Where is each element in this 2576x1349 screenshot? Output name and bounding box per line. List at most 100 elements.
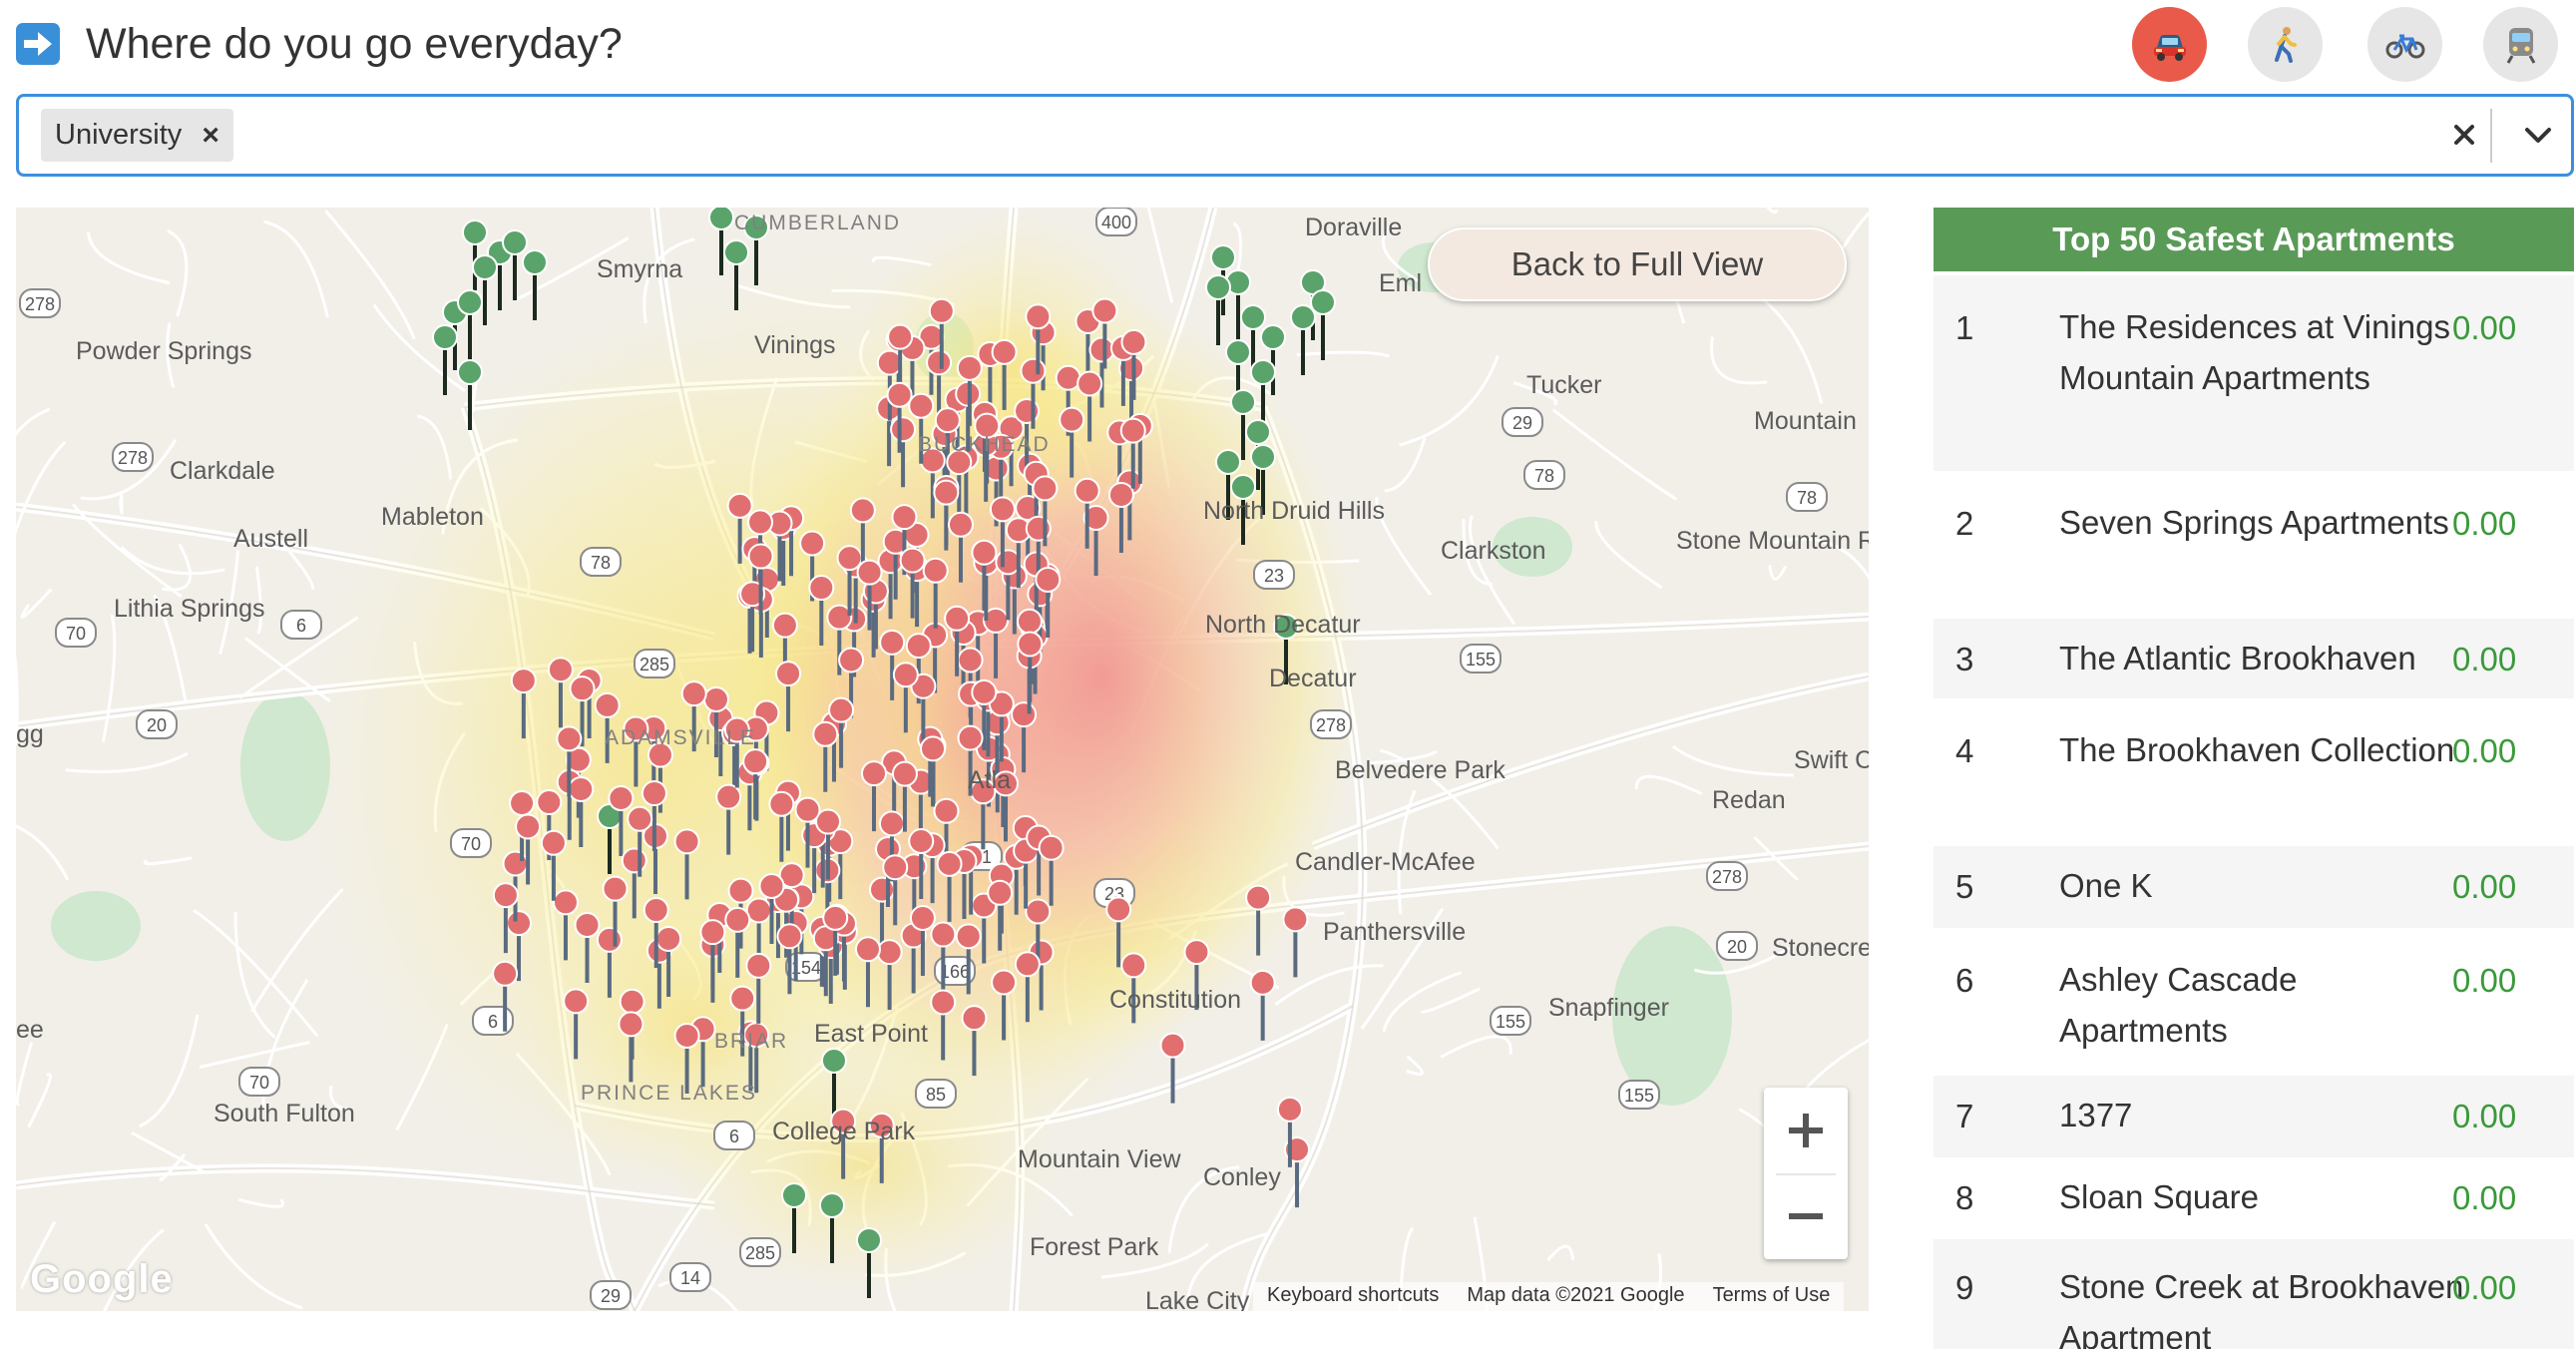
map-label: Decatur [1269, 665, 1357, 692]
safety-score: 0.00 [2452, 868, 2517, 905]
shield-number: 285 [745, 1243, 775, 1263]
pin-head [819, 1192, 845, 1218]
pin-head [987, 879, 1014, 906]
pin-head [522, 249, 548, 275]
zoom-in-button[interactable] [1764, 1088, 1848, 1173]
bicycle-icon [2385, 34, 2425, 59]
map-data-text: Map data ©2021 Google [1467, 1284, 1685, 1306]
pin-head [569, 675, 596, 702]
pin-head [1076, 370, 1103, 397]
back-to-full-view-button[interactable]: Back to Full View [1428, 227, 1847, 301]
walking-person-icon [2275, 27, 2297, 63]
bike-mode-button[interactable] [2367, 7, 2442, 82]
list-item[interactable]: 6 Ashley Cascade Apartments 0.00 [1933, 928, 2574, 1076]
rank: 1 [1955, 309, 1974, 346]
pin-head [1205, 274, 1231, 300]
pin-head [781, 1182, 807, 1208]
list-item[interactable]: 2 Seven Springs Apartments 0.00 [1933, 471, 2574, 619]
map-label: North Decatur [1205, 611, 1361, 639]
list-item[interactable]: 7 1377 0.00 [1933, 1076, 2574, 1157]
terms-link[interactable]: Terms of Use [1713, 1284, 1831, 1310]
pin-head [727, 877, 754, 904]
apartment-name: 1377 [2059, 1097, 2133, 1133]
pin-head [1240, 304, 1266, 330]
shield-number: 14 [680, 1268, 700, 1288]
pin-head [1310, 289, 1336, 315]
rank: 3 [1955, 641, 1974, 677]
page-title: Where do you go everyday? [86, 20, 623, 68]
keyboard-shortcuts-link[interactable]: Keyboard shortcuts [1267, 1284, 1439, 1310]
safety-score: 0.00 [2452, 732, 2517, 769]
pin-head [890, 416, 917, 443]
map[interactable]: 2784002978278782367870285155278207041232… [16, 208, 1869, 1311]
pin-head [908, 392, 935, 419]
pin-head [1120, 952, 1147, 979]
pin-head [702, 686, 729, 713]
list-item[interactable]: 4 The Brookhaven Collection 0.00 [1933, 698, 2574, 846]
zoom-out-button[interactable] [1764, 1173, 1848, 1259]
walk-mode-button[interactable] [2248, 7, 2323, 82]
pin-head [758, 873, 785, 900]
highway-shield: 285 [739, 1237, 781, 1267]
list-item[interactable]: 9 Stone Creek at Brookhaven Apartment 0.… [1933, 1239, 2574, 1349]
list-item[interactable]: 5 One K 0.00 [1933, 846, 2574, 928]
apartment-name: Stone Creek at Brookhaven Apartment [2059, 1268, 2464, 1349]
pin-head [775, 661, 802, 687]
shield-number: 20 [1727, 937, 1747, 957]
pin-head [1073, 477, 1100, 504]
highway-shield: 278 [1310, 709, 1352, 739]
shield-number: 6 [296, 616, 306, 636]
pin-head [1035, 566, 1062, 593]
pin-head [1215, 449, 1241, 475]
highway-shield: 400 [1095, 208, 1137, 236]
highway-shield: 78 [1523, 460, 1565, 490]
chip-remove-icon[interactable]: × [202, 119, 219, 153]
safety-score: 0.00 [2452, 505, 2517, 542]
clear-icon[interactable] [2439, 110, 2489, 160]
map-label: ADAMSVILLE [605, 726, 756, 749]
map-label: Conley [1203, 1163, 1281, 1191]
map-label: Candler-McAfee [1295, 848, 1476, 876]
minor-road [237, 1197, 284, 1208]
shield-number: 85 [926, 1085, 946, 1105]
highway-shield: 278 [19, 288, 61, 318]
highway-shield: 85 [915, 1079, 957, 1109]
pin-head [854, 936, 881, 963]
destination-select[interactable]: University × [16, 94, 2574, 177]
map-label: PRINCE LAKES [581, 1082, 757, 1105]
map-label: Tucker [1526, 371, 1602, 399]
safety-score: 0.00 [2452, 1098, 2517, 1134]
shield-number: 29 [1512, 413, 1532, 433]
shield-number: 70 [461, 834, 481, 854]
transit-mode-button[interactable] [2483, 7, 2558, 82]
map-label: BUCKHEAD [918, 433, 1051, 456]
pin-red [1249, 969, 1276, 1041]
highway-shield: 278 [1706, 861, 1748, 891]
minor-road [1672, 744, 1794, 777]
map-label: Redan [1712, 786, 1786, 814]
minor-road [1804, 1039, 1869, 1091]
minor-road [1296, 350, 1390, 358]
pin-head [771, 612, 798, 639]
map-label: Clarkdale [170, 457, 275, 485]
pin-head [641, 780, 667, 807]
minor-road [1399, 354, 1500, 447]
car-mode-button[interactable] [2132, 7, 2207, 82]
pin-head [905, 633, 932, 660]
minus-icon [1789, 1213, 1823, 1219]
pin-head [991, 969, 1018, 996]
minor-road [143, 856, 193, 866]
pin-head [1210, 244, 1236, 270]
map-label: Atla [968, 766, 1012, 794]
map-label: gg [16, 720, 44, 748]
rank: 8 [1955, 1179, 1974, 1216]
list-item[interactable]: 1 The Residences at Vinings Mountain Apa… [1933, 275, 2574, 471]
pin-head [908, 828, 935, 855]
list-item[interactable]: 3 The Atlantic Brookhaven 0.00 [1933, 619, 2574, 698]
pin-head [934, 407, 961, 434]
shield-number: 285 [640, 655, 669, 674]
pin-head [1230, 474, 1256, 500]
list-item[interactable]: 8 Sloan Square 0.00 [1933, 1157, 2574, 1239]
right-arrow-icon [16, 23, 60, 65]
chevron-down-icon[interactable] [2513, 110, 2563, 160]
